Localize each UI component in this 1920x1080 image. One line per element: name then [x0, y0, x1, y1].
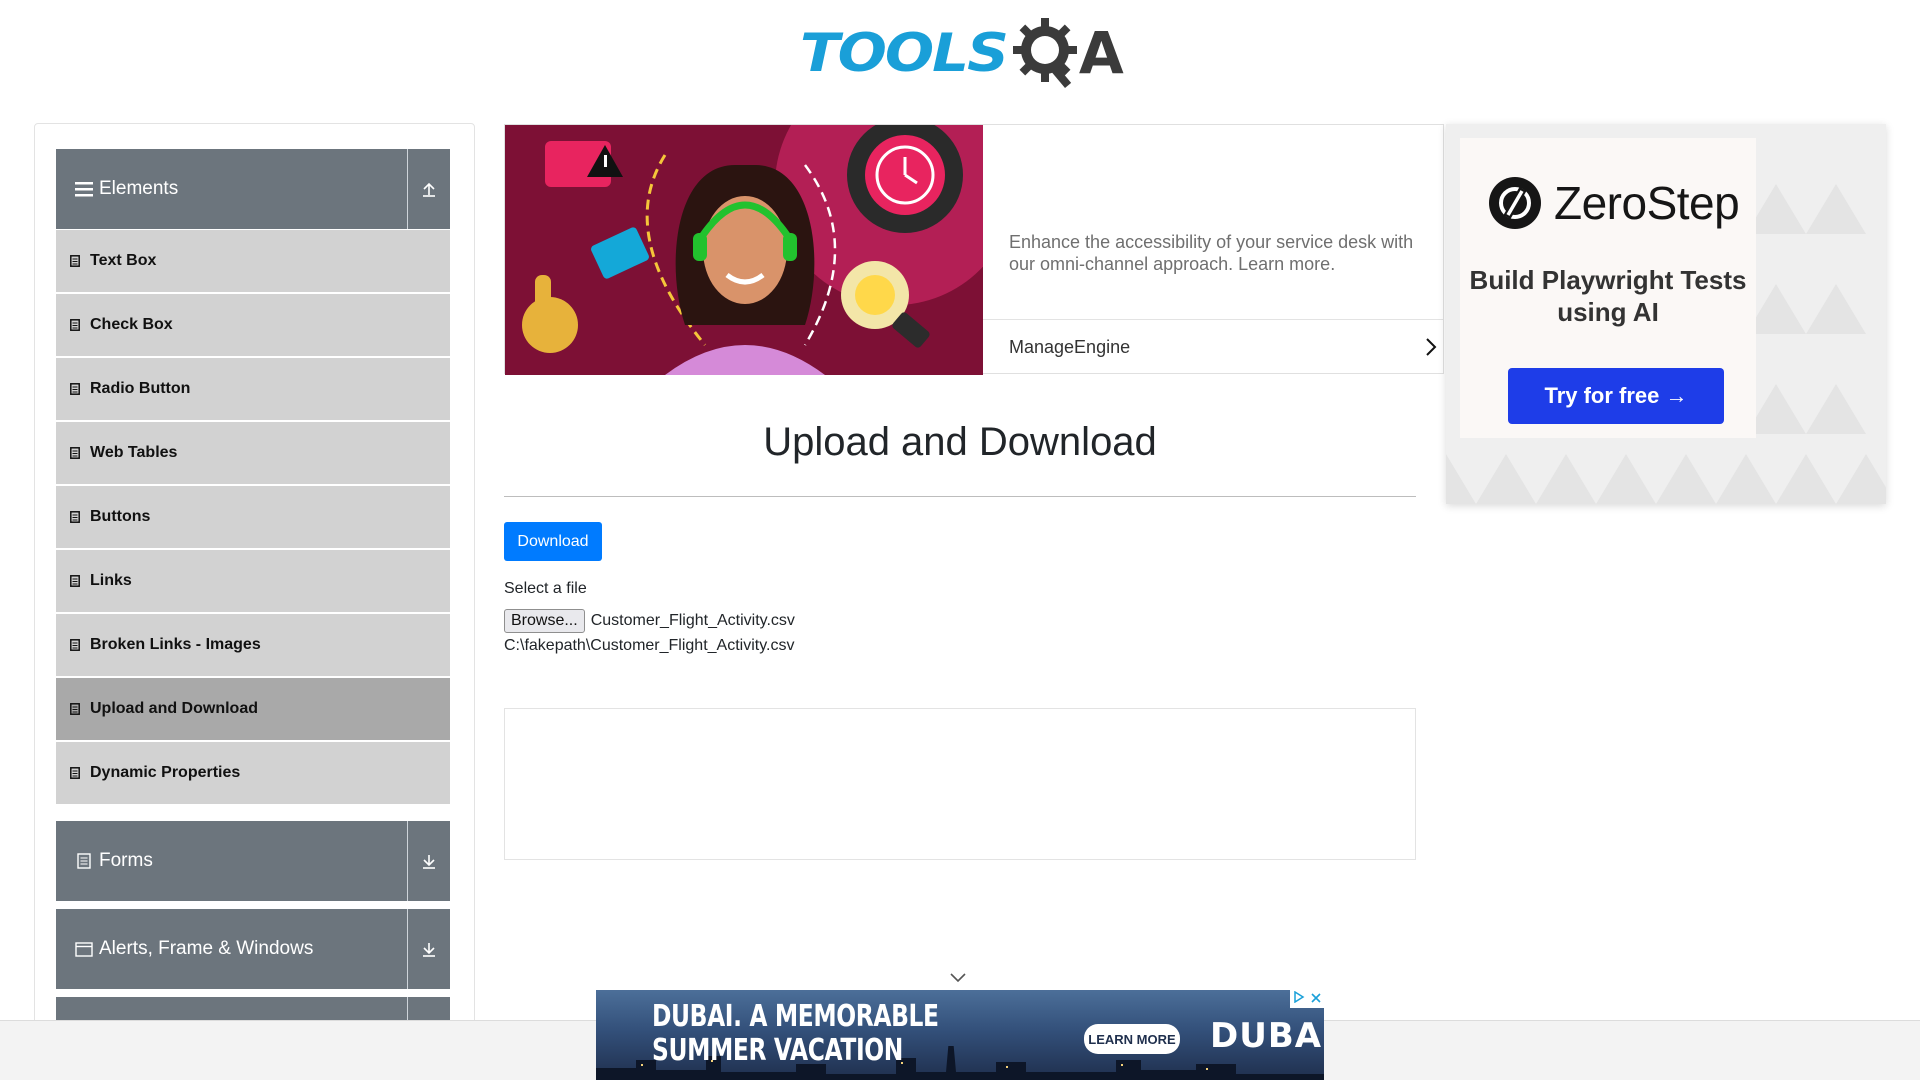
chevron-right-icon [1425, 336, 1437, 363]
form-icon [73, 853, 95, 869]
zerostep-card: ZeroStep Build Playwright Tests using AI… [1460, 138, 1756, 438]
sidebar-item-label: Links [90, 572, 132, 589]
logo-tools-text: TOOLS [800, 22, 1009, 84]
zerostep-brand: ZeroStep [1554, 177, 1740, 229]
sidebar-item-label: Upload and Download [90, 700, 258, 717]
gear-icon [1012, 18, 1077, 88]
zerostep-logo-icon [1489, 177, 1541, 229]
file-input[interactable]: Browse... Customer_Flight_Activity.csv [504, 609, 795, 633]
sidebar-item-label: Radio Button [90, 380, 191, 397]
group-header-forms[interactable]: Forms [56, 821, 450, 901]
sidebar-item-text-box[interactable]: Text Box [56, 230, 450, 292]
sidebar-item-label: Dynamic Properties [90, 764, 241, 781]
toolsqa-logo[interactable]: TOOLS A [800, 14, 1125, 92]
select-file-label: Select a file [504, 580, 587, 597]
sidebar-item-label: Buttons [90, 508, 151, 525]
file-icon [70, 639, 82, 651]
sidebar-item-buttons[interactable]: Buttons [56, 486, 450, 548]
chevron-down-icon[interactable] [950, 970, 966, 988]
sidebar: Elements Text Box Check Box Radio Button… [34, 123, 475, 1063]
sidebar-item-label: Broken Links - Images [90, 636, 261, 653]
zerostep-headline: Build Playwright Tests using AI [1469, 265, 1747, 327]
file-icon [70, 767, 82, 779]
close-icon[interactable] [1311, 990, 1321, 1008]
uploaded-file-path: C:\fakepath\Customer_Flight_Activity.csv [504, 637, 795, 654]
learn-more-button[interactable]: LEARN MORE [1084, 1024, 1180, 1054]
file-icon [70, 703, 82, 715]
ad-advertiser: ManageEngine [1009, 337, 1131, 357]
sidebar-item-broken-links[interactable]: Broken Links - Images [56, 614, 450, 676]
sidebar-item-radio-button[interactable]: Radio Button [56, 358, 450, 420]
hamburger-icon [73, 181, 95, 197]
group-header-alerts[interactable]: Alerts, Frame & Windows [56, 909, 450, 989]
group-label: Forms [99, 850, 153, 871]
sidebar-item-links[interactable]: Links [56, 550, 450, 612]
file-icon [70, 511, 82, 523]
group-label: Alerts, Frame & Windows [99, 938, 314, 959]
sidebar-item-label: Check Box [90, 316, 173, 333]
adchoices-icon[interactable] [1293, 990, 1305, 1008]
title-divider [504, 496, 1416, 497]
sidebar-item-upload-download[interactable]: Upload and Download [56, 678, 450, 740]
ad-choices[interactable] [1290, 990, 1324, 1008]
sidebar-item-label: Web Tables [90, 444, 178, 461]
group-label: Elements [99, 178, 179, 199]
selected-file-name: Customer_Flight_Activity.csv [590, 612, 795, 629]
page: TOOLS A Elements Text Box Check Box Radi… [0, 0, 1920, 1080]
ad-image [505, 125, 983, 375]
sidebar-item-web-tables[interactable]: Web Tables [56, 422, 450, 484]
file-icon [70, 319, 82, 331]
zerostep-ad[interactable]: ZeroStep Build Playwright Tests using AI… [1446, 124, 1886, 504]
ad-advertiser-row[interactable]: ManageEngine [983, 319, 1443, 375]
download-button[interactable]: Download [504, 522, 602, 561]
dubai-ad-banner[interactable]: DUBAI. A MEMORABLE SUMMER VACATION LEARN… [596, 990, 1324, 1080]
group-header-elements[interactable]: Elements [56, 149, 450, 229]
file-icon [70, 447, 82, 459]
file-icon [70, 383, 82, 395]
expand-down-icon[interactable] [407, 909, 450, 989]
dubai-ad-headline: DUBAI. A MEMORABLE SUMMER VACATION [652, 999, 939, 1068]
page-title: Upload and Download [763, 420, 1157, 464]
collapse-up-icon[interactable] [407, 149, 450, 229]
manageengine-ad[interactable]: Enhance the accessibility of your servic… [504, 124, 1444, 375]
file-icon [70, 255, 82, 267]
window-icon [73, 941, 95, 957]
logo-a-text: A [1078, 19, 1124, 87]
logo-qa-mark: A [1011, 16, 1124, 90]
elements-menu-list: Text Box Check Box Radio Button Web Tabl… [56, 230, 450, 806]
ad-description: Enhance the accessibility of your servic… [1009, 232, 1414, 274]
ad-text-panel: Enhance the accessibility of your servic… [983, 125, 1443, 373]
expand-down-icon[interactable] [407, 821, 450, 901]
zerostep-logo: ZeroStep [1488, 176, 1740, 230]
sidebar-item-label: Text Box [90, 252, 157, 269]
browse-button[interactable]: Browse... [504, 609, 585, 633]
sidebar-item-check-box[interactable]: Check Box [56, 294, 450, 356]
dubai-logo: DUBAI [1210, 1016, 1324, 1056]
sidebar-item-dynamic-properties[interactable]: Dynamic Properties [56, 742, 450, 804]
file-icon [70, 575, 82, 587]
ad-placeholder-box [504, 708, 1416, 860]
try-for-free-button[interactable]: Try for free → [1508, 368, 1724, 424]
